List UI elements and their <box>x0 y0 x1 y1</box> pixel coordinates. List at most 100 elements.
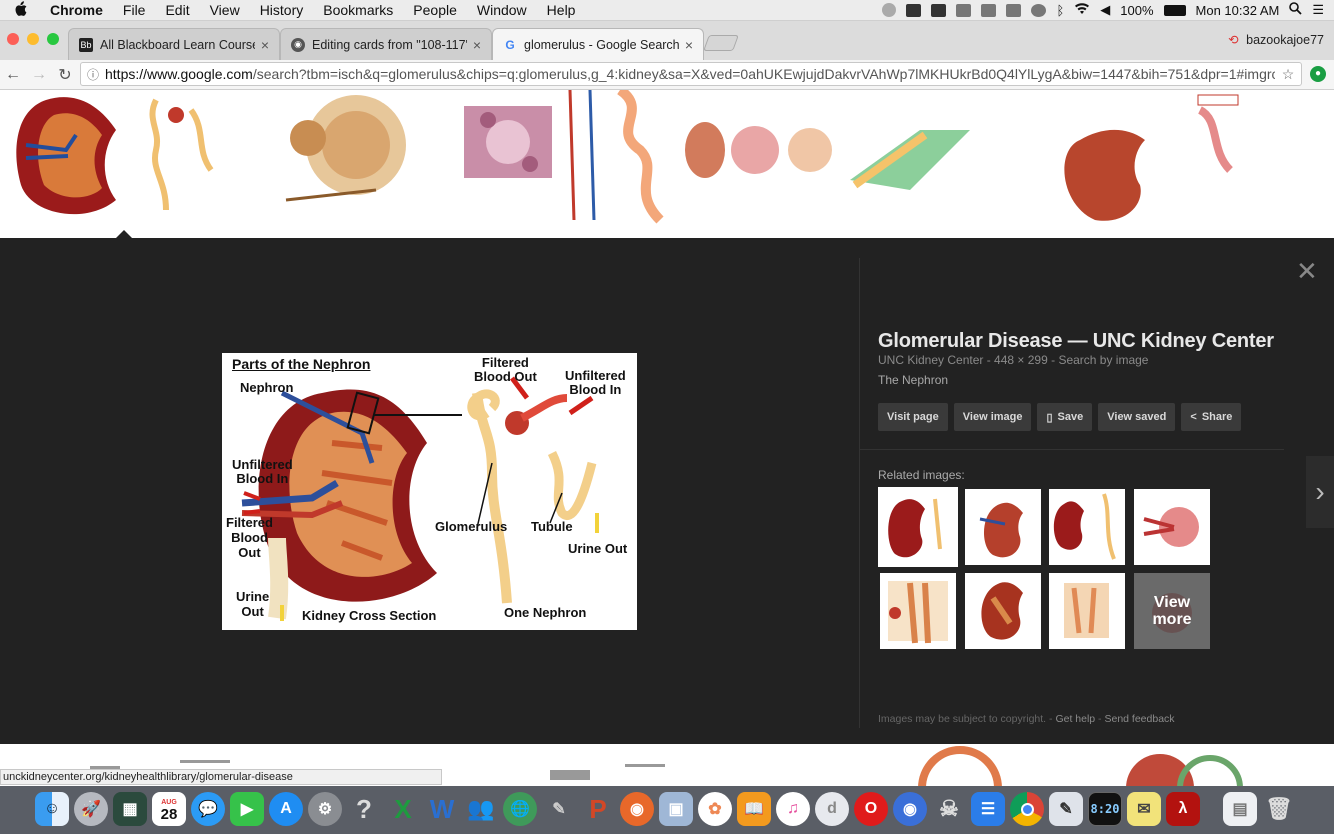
acrobat-icon[interactable]: λ <box>1166 792 1200 826</box>
calendar-icon[interactable]: AUG 28 <box>152 792 186 826</box>
get-help-link[interactable]: Get help <box>1055 713 1095 725</box>
itunes-icon[interactable]: ♫ <box>776 792 810 826</box>
menu-people[interactable]: People <box>403 2 467 18</box>
finder-icon[interactable]: ☺ <box>35 792 69 826</box>
status-app-icon[interactable] <box>906 3 922 17</box>
paintbrush-icon[interactable]: ✎ <box>1049 792 1083 826</box>
new-tab-button[interactable] <box>703 35 739 51</box>
app-store-icon[interactable]: A <box>269 792 303 826</box>
close-window-button[interactable] <box>7 33 19 45</box>
chrome-icon[interactable] <box>1010 792 1044 826</box>
battery-icon[interactable] <box>1163 4 1186 16</box>
save-button[interactable]: ▯ Save <box>1037 403 1093 431</box>
next-result-button[interactable]: › <box>1306 456 1334 528</box>
menu-edit[interactable]: Edit <box>155 2 199 18</box>
clock-widget-icon[interactable]: 8:20 <box>1088 792 1122 826</box>
status-shield-icon[interactable] <box>981 3 997 17</box>
address-bar[interactable]: ⓘ https://www.google.com/search?tbm=isch… <box>80 62 1302 86</box>
minimize-window-button[interactable] <box>27 33 39 45</box>
system-preferences-icon[interactable]: ⚙ <box>308 792 342 826</box>
related-image-1[interactable] <box>878 487 958 567</box>
contacts-icon[interactable]: 👥 <box>464 792 498 826</box>
related-image-view-more[interactable]: View more <box>1134 573 1210 649</box>
main-preview-image[interactable]: Parts of the Nephron Nephron Filtered Bl… <box>222 353 637 630</box>
messages-icon[interactable]: 💬 <box>191 792 225 826</box>
menu-history[interactable]: History <box>250 2 314 18</box>
related-image-5[interactable] <box>880 573 956 649</box>
result-thumbnail-renal-corpuscle[interactable] <box>246 90 421 226</box>
profile-button[interactable]: ⟲ bazookajoe77 <box>1228 32 1324 47</box>
word-icon[interactable]: W <box>425 792 459 826</box>
help-icon[interactable]: ? <box>347 792 381 826</box>
status-extension-icon[interactable] <box>882 3 897 17</box>
menu-bookmarks[interactable]: Bookmarks <box>313 2 403 18</box>
bluetooth-icon[interactable]: ᛒ <box>1056 3 1064 18</box>
menu-app-name[interactable]: Chrome <box>40 2 113 18</box>
extension-icon[interactable]: ● <box>1310 66 1326 82</box>
trash-icon[interactable]: 🗑 <box>1262 792 1296 826</box>
tab-close-icon[interactable]: × <box>473 37 481 53</box>
preview-icon[interactable]: ✎ <box>542 792 576 826</box>
menubar-clock[interactable]: Mon 10:32 AM <box>1196 3 1280 18</box>
menu-window[interactable]: Window <box>467 2 537 18</box>
tab-quizlet[interactable]: ◉ Editing cards from "108-117" × <box>280 28 492 60</box>
result-source[interactable]: UNC Kidney Center <box>878 353 983 367</box>
launchpad-icon[interactable]: 🚀 <box>74 792 108 826</box>
menu-file[interactable]: File <box>113 2 156 18</box>
notification-center-icon[interactable]: ☰ <box>1312 2 1324 18</box>
skull-app-icon[interactable]: ☠ <box>932 792 966 826</box>
tab-google-search[interactable]: G glomerulus - Google Search × <box>492 28 704 60</box>
stickies-icon[interactable]: ✉ <box>1127 792 1161 826</box>
time-machine-icon[interactable] <box>1031 3 1047 17</box>
apple-menu-icon[interactable] <box>0 0 40 20</box>
wifi-icon[interactable] <box>1074 2 1090 18</box>
menu-help[interactable]: Help <box>537 2 586 18</box>
view-image-button[interactable]: View image <box>953 403 1032 431</box>
result-thumbnail-kidney-nephron[interactable] <box>6 90 236 226</box>
network-icon[interactable]: 🌐 <box>503 792 537 826</box>
airplay-icon[interactable] <box>1006 3 1022 17</box>
site-info-icon[interactable]: ⓘ <box>81 66 105 83</box>
ibooks-icon[interactable]: 📖 <box>737 792 771 826</box>
document-icon[interactable]: ▤ <box>1223 792 1257 826</box>
view-saved-button[interactable]: View saved <box>1098 403 1176 431</box>
visit-page-button[interactable]: Visit page <box>878 403 948 431</box>
related-image-6[interactable] <box>965 573 1041 649</box>
send-feedback-link[interactable]: Send feedback <box>1104 713 1174 725</box>
close-viewer-icon[interactable]: ✕ <box>1296 256 1318 287</box>
bookmark-star-icon[interactable]: ☆ <box>1275 66 1301 83</box>
related-image-3[interactable] <box>1049 489 1125 565</box>
menu-view[interactable]: View <box>200 2 250 18</box>
result-thumbnail-filtration[interactable] <box>680 90 980 226</box>
address-url[interactable]: https://www.google.com/search?tbm=isch&q… <box>105 66 1275 82</box>
firefox-alt-icon[interactable]: ◉ <box>893 792 927 826</box>
back-arrow-icon[interactable]: ← <box>0 66 26 84</box>
tab-close-icon[interactable]: × <box>261 37 269 53</box>
photos-icon[interactable]: ✿ <box>698 792 732 826</box>
opera-icon[interactable]: O <box>854 792 888 826</box>
volume-icon[interactable]: ◀ <box>1100 2 1110 18</box>
mission-control-icon[interactable]: ▦ <box>113 792 147 826</box>
zoom-window-button[interactable] <box>47 33 59 45</box>
related-image-4[interactable] <box>1134 489 1210 565</box>
result-title[interactable]: Glomerular Disease — UNC Kidney Center <box>878 330 1274 353</box>
related-image-2[interactable] <box>965 489 1041 565</box>
firefox-icon[interactable]: ◉ <box>620 792 654 826</box>
spotlight-search-icon[interactable] <box>1289 2 1302 18</box>
status-camera-icon[interactable] <box>931 3 947 17</box>
result-thumbnail-nephron-tubule[interactable] <box>560 90 673 226</box>
tab-blackboard[interactable]: Bb All Blackboard Learn Courses × <box>68 28 280 60</box>
result-thumbnail-kidney-anatomy[interactable] <box>1050 90 1268 226</box>
preview-app-icon[interactable]: ▣ <box>659 792 693 826</box>
dictionary-icon[interactable]: d <box>815 792 849 826</box>
tab-close-icon[interactable]: × <box>685 37 693 53</box>
result-thumbnail-histology[interactable] <box>428 90 554 226</box>
facetime-icon[interactable]: ▶ <box>230 792 264 826</box>
excel-icon[interactable]: X <box>386 792 420 826</box>
forward-arrow-icon[interactable]: → <box>26 66 52 84</box>
powerpoint-icon[interactable]: P <box>581 792 615 826</box>
notes-list-icon[interactable]: ☰ <box>971 792 1005 826</box>
related-image-7[interactable] <box>1049 573 1125 649</box>
status-signal-icon[interactable] <box>956 3 972 17</box>
reload-icon[interactable]: ↻ <box>52 65 78 85</box>
